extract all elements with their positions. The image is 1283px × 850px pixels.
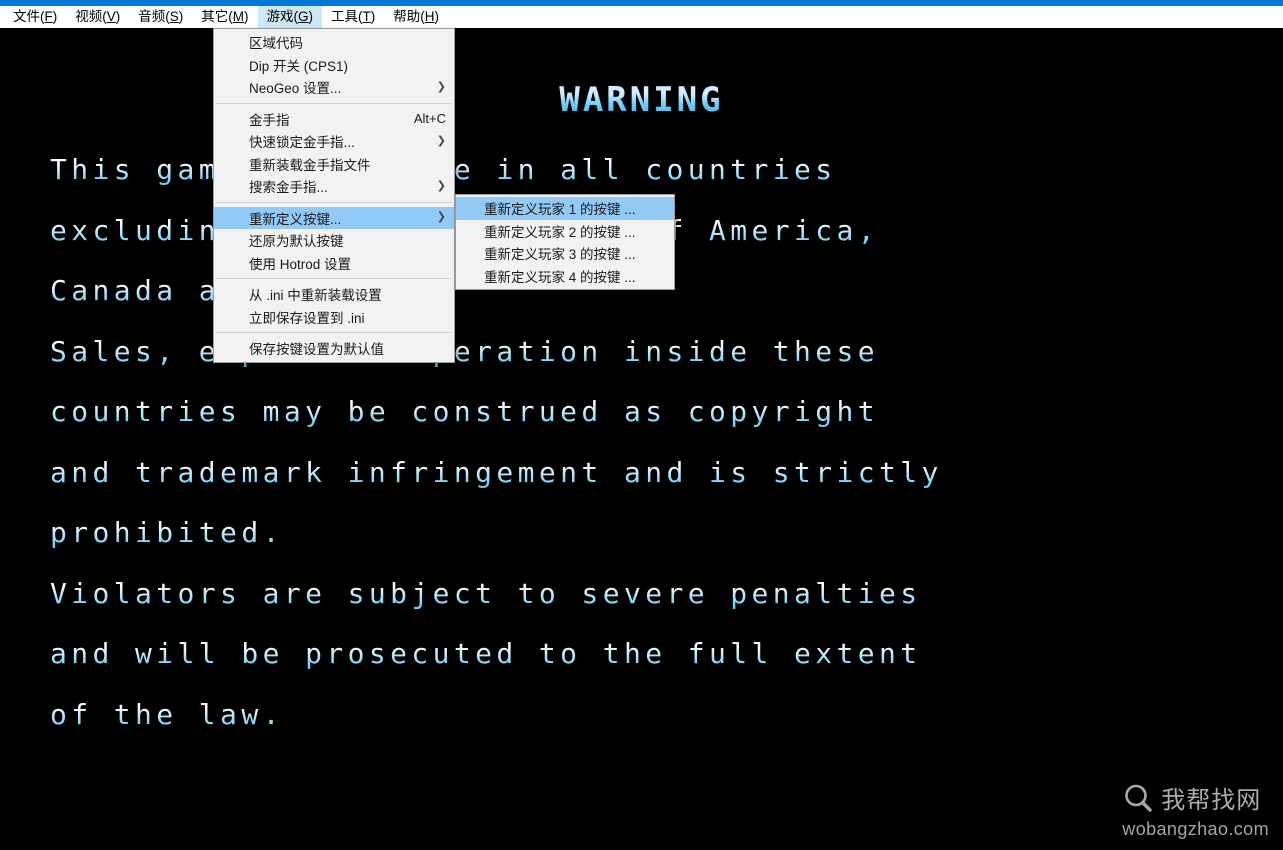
warning-line: countries may be construed as copyright [50,382,1230,443]
menubar-item-m[interactable]: 其它(M) [192,6,257,28]
watermark-url-text: wobangzhao.com [1122,819,1269,839]
watermark: 我帮找网 wobangzhao.com [1121,783,1269,840]
game-menu-item[interactable]: 从 .ini 中重新装载设置 [214,283,454,306]
menubar-item-label-tail: ) [370,8,376,24]
game-menu-item[interactable]: 立即保存设置到 .ini [214,306,454,329]
game-screen-canvas[interactable]: WARNING This game is for use in all coun… [0,28,1283,850]
game-menu-item[interactable]: NeoGeo 设置... ❯ [214,76,454,99]
menu-item-label: 立即保存设置到 .ini [249,310,365,326]
warning-line: prohibited. [50,503,1230,564]
menubar-item-label-tail: ) [434,8,440,24]
chevron-right-icon: ❯ [436,179,446,192]
menubar-item-mnemonic: H [424,8,435,24]
game-menu-item[interactable]: Dip 开关 (CPS1) [214,54,454,77]
menu-item-label: Dip 开关 (CPS1) [249,58,349,74]
game-menu-item[interactable]: 还原为默认按键 [214,229,454,252]
menu-item-label: 区域代码 [249,36,303,52]
warning-title: WARNING [0,80,1283,120]
redefine-keys-submenu-popup: 重新定义玩家 1 的按键 ... 重新定义玩家 2 的按键 ... 重新定义玩家 3… [455,194,675,290]
menu-item-label: 重新定义按键... [249,211,342,227]
magnifier-icon [1121,783,1157,818]
menu-item-label: 金手指 [249,112,290,128]
menu-item-label: 重新装载金手指文件 [249,157,371,173]
watermark-chinese-text: 我帮找网 [1161,786,1262,814]
menubar-item-label: 文件( [13,8,45,24]
menubar-item-g[interactable]: 游戏(G) [257,5,323,28]
game-menu-item[interactable]: 使用 Hotrod 设置 [214,252,454,275]
warning-line: and trademark infringement and is strict… [50,443,1230,504]
menubar-item-label-tail: ) [115,8,121,24]
menu-item-label: 重新定义玩家 2 的按键 ... [484,224,636,240]
menubar-item-v[interactable]: 视频(V) [66,6,129,28]
menu-separator [216,201,452,203]
menubar-item-mnemonic: T [362,8,371,24]
menubar-item-mnemonic: S [169,8,179,24]
menu-item-label: 重新定义玩家 1 的按键 ... [484,202,636,218]
menu-separator [216,332,452,333]
warning-line: and will be prosecuted to the full exten… [50,624,1230,685]
menu-item-label: 重新定义玩家 4 的按键 ... [484,269,636,285]
warning-line: Violators are subject to severe penaltie… [50,564,1230,625]
menu-item-label: 保存按键设置为默认值 [249,342,384,358]
menu-item-label: 重新定义玩家 3 的按键 ... [484,247,636,263]
game-menu-item[interactable]: 重新定义按键... ❯ [214,206,454,229]
menubar-item-label: 帮助( [393,8,425,24]
menubar-item-mnemonic: V [106,8,116,24]
game-menu-popup: 区域代码 Dip 开关 (CPS1) NeoGeo 设置... ❯ 金手指 Alt+C 快速… [213,28,455,363]
menubar-item-f[interactable]: 文件(F) [4,6,66,28]
chevron-right-icon: ❯ [436,211,446,224]
menu-item-label: 从 .ini 中重新装载设置 [249,288,382,304]
menubar-item-label-tail: ) [244,8,249,24]
menu-item-accelerator: Alt+C [413,111,446,127]
watermark-row: 我帮找网 [1121,783,1261,818]
redefine-submenu-item[interactable]: 重新定义玩家 1 的按键 ... [456,197,674,220]
chevron-right-icon: ❯ [436,134,446,147]
menubar-item-label: 其它( [201,8,233,24]
game-menu-item[interactable]: 区域代码 [214,31,454,54]
menubar-item-label: 音频( [138,8,170,24]
application-window: WARNING This game is for use in all coun… [0,0,1283,850]
menubar-item-s[interactable]: 音频(S) [129,6,192,28]
menubar-item-h[interactable]: 帮助(H) [384,6,448,28]
menubar-item-label-tail: ) [52,8,58,24]
game-menu-item[interactable]: 保存按键设置为默认值 [214,337,454,360]
warning-line: of the law. [50,685,1230,746]
chevron-right-icon: ❯ [436,80,446,93]
menubar-item-mnemonic: G [298,8,309,24]
menu-item-label: 搜索金手指... [249,180,328,196]
redefine-submenu-item[interactable]: 重新定义玩家 2 的按键 ... [456,220,674,243]
menu-item-label: NeoGeo 设置... [249,81,342,97]
menu-separator [216,102,452,104]
menubar-item-label-tail: ) [178,8,184,24]
redefine-submenu-item[interactable]: 重新定义玩家 3 的按键 ... [456,242,674,265]
redefine-submenu-item[interactable]: 重新定义玩家 4 的按键 ... [456,265,674,288]
menubar-item-label: 工具( [331,8,363,24]
menubar-item-mnemonic: M [232,8,245,24]
menu-item-label: 使用 Hotrod 设置 [249,256,352,272]
menu-separator [216,278,452,279]
menu-item-label: 快速锁定金手指... [249,135,355,151]
game-menu-item[interactable]: 重新装载金手指文件 [214,153,454,176]
game-menu-item[interactable]: 快速锁定金手指... ❯ [214,130,454,153]
menubar-item-label-tail: ) [308,8,314,24]
menu-item-label: 还原为默认按键 [249,234,344,250]
game-menu-item[interactable]: 金手指 Alt+C [214,108,454,131]
menubar-item-t[interactable]: 工具(T) [322,6,384,28]
menu-bar: 文件(F) 视频(V) 音频(S) 其它(M) 游戏(G) 工具(T) 帮助(H) [0,5,1283,28]
menubar-item-label: 游戏( [266,8,299,24]
menubar-item-label: 视频( [75,8,107,24]
menubar-item-mnemonic: F [44,8,53,24]
game-menu-item[interactable]: 搜索金手指... ❯ [214,175,454,198]
